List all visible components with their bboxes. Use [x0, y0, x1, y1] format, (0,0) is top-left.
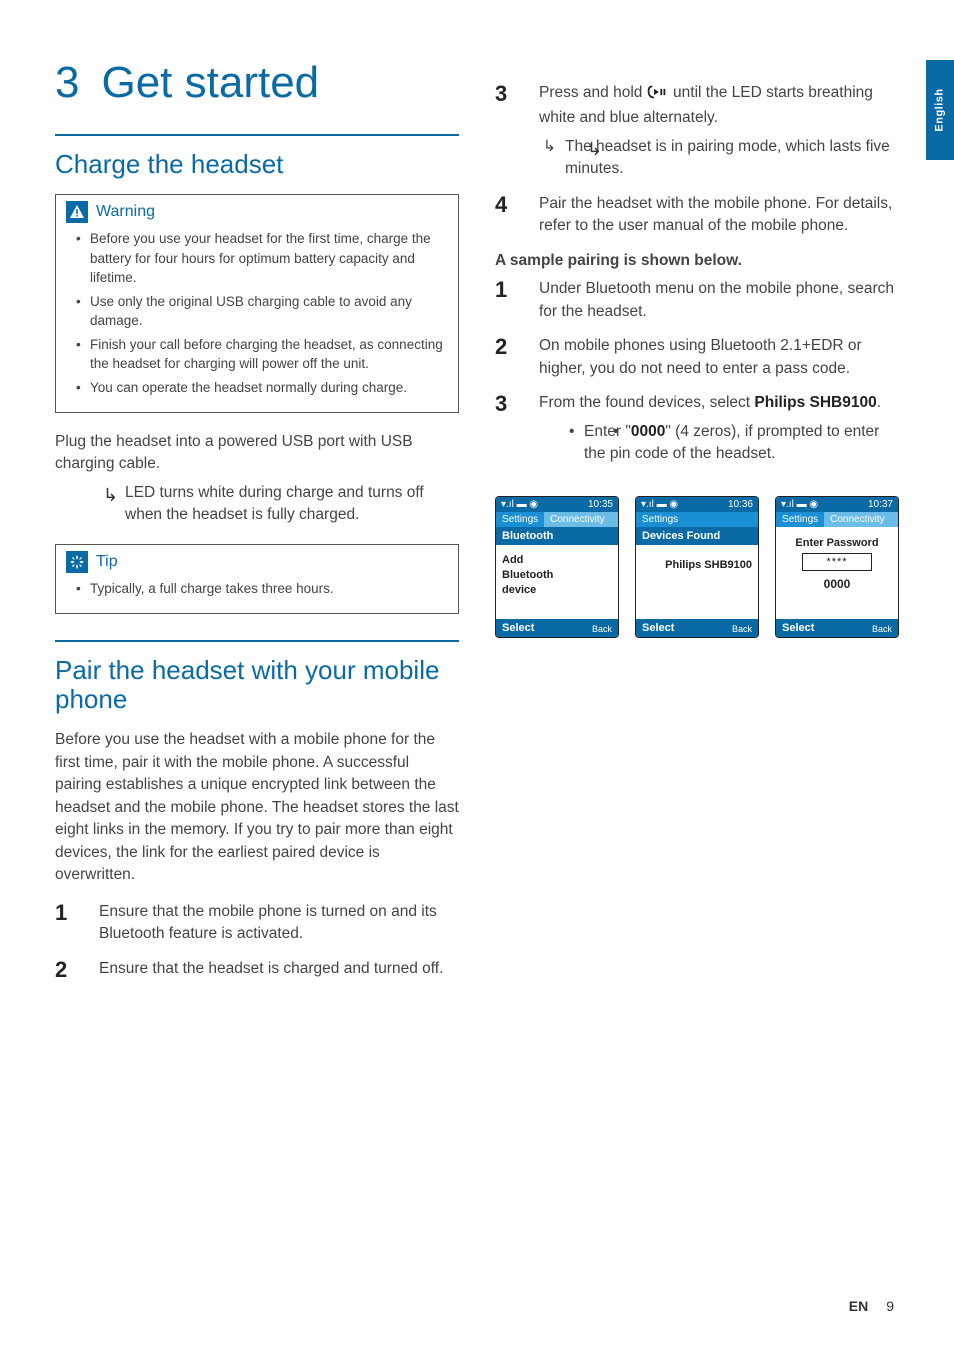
warning-item: You can operate the headset normally dur… [76, 378, 444, 398]
warning-item: Before you use your headset for the firs… [76, 229, 444, 288]
tip-icon [66, 551, 88, 573]
phone-crumb: Connectivity [824, 512, 898, 527]
phone-crumb: Connectivity [544, 512, 618, 527]
section-pair-title: Pair the headset with your mobile phone [55, 656, 459, 716]
warning-item: Finish your call before charging the hea… [76, 335, 444, 374]
chapter-title: Get started [101, 58, 319, 107]
phone-body: Philips SHB9100 [636, 545, 758, 619]
charge-result: LED turns white during charge and turns … [55, 482, 459, 527]
signal-icon: ▾.ıl ▬ ◉ [781, 499, 818, 510]
signal-icon: ▾.ıl ▬ ◉ [501, 499, 538, 510]
phone-screens: ▾.ıl ▬ ◉10:35 SettingsConnectivity Bluet… [495, 496, 899, 638]
phone-body: Add Bluetooth device [496, 545, 618, 619]
sample-step: 3 From the found devices, select Philips… [495, 392, 899, 465]
chapter-rule [55, 134, 459, 136]
footer-lang: EN [849, 1298, 868, 1314]
phone-crumb: Settings [496, 512, 544, 527]
chapter-heading: 3 Get started [55, 60, 459, 106]
phone-time: 10:37 [868, 499, 893, 510]
language-tab: English [926, 60, 954, 160]
pair-step: 2Ensure that the headset is charged and … [55, 958, 459, 980]
phone-body: Enter Password **** 0000 [776, 527, 898, 619]
footer-page: 9 [886, 1298, 894, 1314]
phone-password-input: **** [802, 553, 872, 571]
warning-item: Use only the original USB charging cable… [76, 292, 444, 331]
sample-step: 1Under Bluetooth menu on the mobile phon… [495, 278, 899, 323]
phone-time: 10:36 [728, 499, 753, 510]
phone-title: Devices Found [636, 527, 758, 545]
tip-item: Typically, a full charge takes three hou… [76, 579, 444, 599]
sample-step: 2On mobile phones using Bluetooth 2.1+ED… [495, 335, 899, 380]
pair-intro: Before you use the headset with a mobile… [55, 729, 459, 886]
warning-icon [66, 201, 88, 223]
pair-step3-result: ↳The headset is in pairing mode, which l… [539, 136, 899, 181]
language-tab-label: English [934, 88, 946, 131]
pair-step: 4Pair the headset with the mobile phone.… [495, 193, 899, 238]
phone-screen-1: ▾.ıl ▬ ◉ 10:35 SettingsConnectivity Bluet… [495, 496, 619, 638]
tip-box: Tip Typically, a full charge takes three… [55, 544, 459, 614]
right-column: 3 Press and hold until the LED starts br… [495, 60, 899, 1310]
phone-title: Bluetooth [496, 527, 618, 545]
phone-back: Back [872, 624, 892, 634]
phone-select: Select [502, 622, 534, 634]
play-pause-icon [647, 84, 669, 107]
section-charge-title: Charge the headset [55, 150, 459, 180]
pair-step: 3 Press and hold until the LED starts br… [495, 82, 899, 181]
signal-icon: ▾.ıl ▬ ◉ [641, 499, 678, 510]
phone-back: Back [732, 624, 752, 634]
tip-label: Tip [96, 553, 118, 571]
phone-crumb: Settings [636, 512, 758, 527]
phone-screen-3: ▾.ıl ▬ ◉ 10:37 SettingsConnectivity Enter… [775, 496, 899, 638]
page-footer: EN 9 [849, 1298, 894, 1314]
phone-screen-2: ▾.ıl ▬ ◉ 10:36 Settings Devices Found Phi… [635, 496, 759, 638]
sample-pin-line: •Enter "0000" (4 zeros), if prompted to … [539, 421, 899, 466]
phone-pin: 0000 [782, 577, 892, 591]
warning-label: Warning [96, 203, 155, 221]
sample-heading: A sample pairing is shown below. [495, 250, 899, 272]
left-column: 3 Get started Charge the headset Warning … [55, 60, 459, 1310]
chapter-number: 3 [55, 60, 79, 106]
charge-body: Plug the headset into a powered USB port… [55, 431, 459, 476]
phone-select: Select [642, 622, 674, 634]
pair-step: 1Ensure that the mobile phone is turned … [55, 901, 459, 946]
phone-time: 10:35 [588, 499, 613, 510]
phone-crumb: Settings [776, 512, 824, 527]
warning-box: Warning Before you use your headset for … [55, 194, 459, 413]
section-rule [55, 640, 459, 642]
phone-select: Select [782, 622, 814, 634]
phone-back: Back [592, 624, 612, 634]
